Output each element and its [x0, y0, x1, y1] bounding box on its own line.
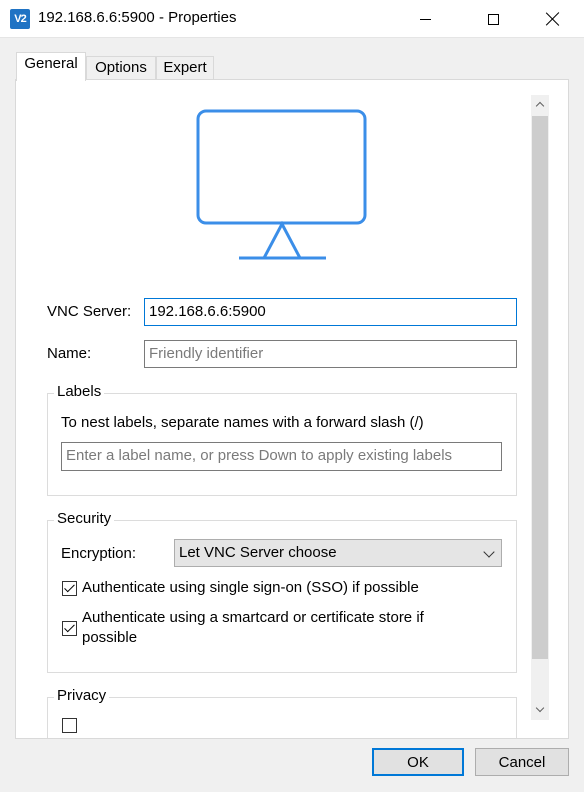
vnc-viewer-icon: V2 — [10, 9, 30, 29]
minimize-icon — [419, 18, 431, 20]
smartcard-checkbox-label-line2[interactable]: possible — [82, 628, 137, 648]
ok-button[interactable]: OK — [372, 748, 464, 776]
tab-options[interactable]: Options — [86, 56, 156, 80]
monitor-icon — [196, 109, 367, 260]
encryption-select-value: Let VNC Server choose — [179, 544, 337, 561]
tab-expert-label: Expert — [163, 59, 207, 76]
name-field[interactable]: Friendly identifier — [144, 340, 517, 368]
smartcard-checkbox-label-line1[interactable]: Authenticate using a smartcard or certif… — [82, 608, 424, 628]
tab-general-label: General — [24, 55, 78, 72]
labels-group: Labels To nest labels, separate names wi… — [47, 383, 517, 496]
privacy-checkbox[interactable] — [62, 718, 77, 733]
window-title: 192.168.6.6:5900 - Properties — [38, 9, 237, 26]
scroll-down-button[interactable] — [531, 700, 549, 720]
cancel-button-label: Cancel — [498, 753, 546, 771]
security-group-title: Security — [54, 510, 115, 527]
security-group: Security Encryption: Let VNC Server choo… — [47, 510, 517, 673]
close-icon — [546, 12, 560, 26]
scroll-up-button[interactable] — [531, 95, 549, 115]
privacy-group: Privacy — [47, 687, 517, 738]
maximize-button[interactable] — [470, 0, 516, 38]
close-button[interactable] — [530, 0, 576, 38]
maximize-icon — [487, 13, 499, 25]
chevron-down-icon — [535, 703, 545, 713]
sso-checkbox[interactable] — [62, 581, 77, 596]
encryption-select[interactable]: Let VNC Server choose — [174, 539, 502, 567]
labels-group-title: Labels — [54, 383, 105, 400]
vertical-scrollbar[interactable] — [531, 95, 549, 720]
vnc-server-label: VNC Server: — [47, 303, 132, 320]
scroll-thumb[interactable] — [532, 116, 548, 659]
cancel-button[interactable]: Cancel — [475, 748, 569, 776]
smartcard-checkbox[interactable] — [62, 621, 77, 636]
tab-expert[interactable]: Expert — [156, 56, 214, 80]
tab-general[interactable]: General — [16, 52, 86, 81]
title-bar: V2 192.168.6.6:5900 - Properties — [0, 0, 584, 38]
privacy-group-title: Privacy — [54, 687, 110, 704]
chevron-down-icon — [483, 546, 495, 558]
sso-checkbox-label[interactable]: Authenticate using single sign-on (SSO) … — [82, 578, 419, 598]
chevron-up-icon — [535, 101, 545, 111]
minimize-button[interactable] — [402, 0, 448, 38]
encryption-label: Encryption: — [61, 545, 137, 562]
vnc-server-field[interactable]: 192.168.6.6:5900 — [144, 298, 517, 326]
tab-options-label: Options — [95, 59, 147, 76]
name-label: Name: — [47, 345, 92, 362]
labels-input[interactable]: Enter a label name, or press Down to app… — [61, 442, 502, 471]
labels-hint: To nest labels, separate names with a fo… — [61, 414, 424, 431]
ok-button-label: OK — [407, 753, 429, 771]
general-panel: VNC Server: 192.168.6.6:5900 Name: Frien… — [15, 79, 569, 739]
